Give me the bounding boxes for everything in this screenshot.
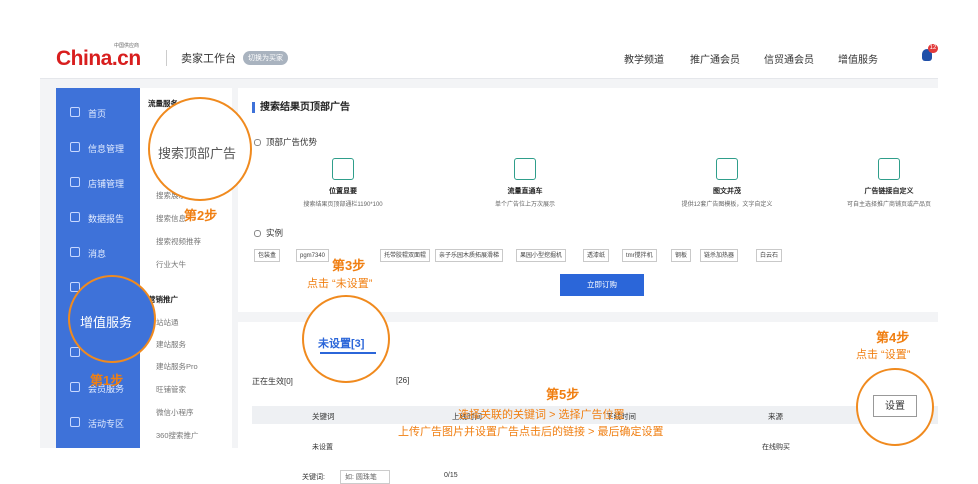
col-keyword: 关键词 <box>312 412 335 421</box>
document-icon <box>70 142 80 152</box>
order-now-button[interactable]: 立即订购 <box>560 274 644 296</box>
step4-instruction: 点击 “设置” <box>856 349 911 361</box>
highlight-set-button: 设置 <box>856 368 934 446</box>
sidebar-item-home[interactable]: 首页 <box>56 98 140 128</box>
subnav-site-building[interactable]: 建站服务 <box>156 339 186 350</box>
seller-workbench-title: 卖家工作台 <box>181 53 236 65</box>
subnav-wechat-miniprogram[interactable]: 微信小程序 <box>156 407 194 418</box>
keyword-count: 0/15 <box>444 472 458 479</box>
col-source: 来源 <box>768 412 783 421</box>
set-button[interactable]: 设置 <box>873 395 917 417</box>
step3-instruction: 点击 “未设置” <box>307 278 373 290</box>
feature-position: 位置显要 搜索结果页顶部通栏1190*100 <box>258 158 428 208</box>
coins-icon <box>70 382 80 392</box>
step2-label: 第2步 <box>184 208 218 223</box>
subnav-360-search[interactable]: 360搜索推广 <box>156 430 199 441</box>
example-tag[interactable]: 透漆纸 <box>583 249 610 262</box>
app-frame: China.cn 中国供应商 卖家工作台 切换为买家 教学频道 推广通会员 信贸通… <box>40 38 938 484</box>
shop-icon <box>70 177 80 187</box>
highlight-search-top-ad: 搜索顶部广告 <box>148 97 252 201</box>
step1-label: 第1步 <box>90 373 124 388</box>
monitor-icon <box>332 158 354 180</box>
step5-instruction-2: 上传广告图片并设置广告点击后的链接 > 最后确定设置 <box>398 426 664 438</box>
divider <box>166 50 167 66</box>
notification-badge: 12 <box>928 44 938 53</box>
top-bar: China.cn 中国供应商 卖家工作台 切换为买家 教学频道 推广通会员 信贸通… <box>40 38 938 79</box>
nav-value-added-services[interactable]: 增值服务 <box>838 51 878 66</box>
subnav-search-video[interactable]: 搜索视频推荐 <box>156 236 201 247</box>
nav-trade-member[interactable]: 信贸通会员 <box>764 51 814 66</box>
example-tag[interactable]: 钢板 <box>671 249 692 262</box>
china-cn-logo[interactable]: China.cn 中国供应商 <box>56 43 141 71</box>
subnav-site-building-pro[interactable]: 建站服务Pro <box>156 361 198 372</box>
example-tag[interactable]: 链杀加热器 <box>700 249 739 262</box>
image-icon <box>716 158 738 180</box>
step4-label: 第4步 <box>876 330 910 345</box>
subnav-shop-butler[interactable]: 旺铺管家 <box>156 384 186 395</box>
sidebar-item-reports[interactable]: 数据报告 <box>56 203 140 233</box>
link-icon <box>878 158 900 180</box>
highlight-not-set-tab: 未设置[3] <box>302 295 390 383</box>
nav-teaching-channel[interactable]: 教学频道 <box>624 51 664 66</box>
feature-custom-link: 广告链接自定义 可自主选择推广商铺页或产品页 <box>804 158 974 208</box>
section-examples: 实例 <box>254 227 283 239</box>
traffic-icon <box>514 158 536 180</box>
example-tag[interactable]: 果园小型挖掘机 <box>516 249 567 262</box>
example-tag[interactable]: 托带胶辊双面辊 <box>380 249 431 262</box>
example-tag[interactable]: 白云石 <box>756 249 783 262</box>
activity-icon <box>70 417 80 427</box>
example-tag[interactable]: tmr搅拌机 <box>622 249 657 262</box>
example-tag[interactable]: 包装盒 <box>254 249 281 262</box>
subnav-industry-leader[interactable]: 行业大牛 <box>156 259 186 270</box>
home-icon <box>70 107 80 117</box>
tab-active[interactable]: 正在生效[0] <box>252 376 293 387</box>
section-advantages: 顶部广告优势 <box>254 136 317 148</box>
sidebar-item-info[interactable]: 信息管理 <box>56 133 140 163</box>
keyword-label: 关键词: <box>302 474 325 481</box>
page-title: 搜索结果页顶部广告 <box>252 102 350 113</box>
message-icon <box>70 247 80 257</box>
chart-icon <box>70 212 80 222</box>
subnav-zhanzhantong[interactable]: 站站通 <box>156 317 179 328</box>
step5-label: 第5步 <box>546 387 580 402</box>
step5-instruction-1: 选择关联的关键词 > 选择广告位置 <box>458 409 625 421</box>
nav-promotion-member[interactable]: 推广通会员 <box>690 51 740 66</box>
keyword-input[interactable]: 如: 圆珠笔 <box>340 470 390 484</box>
cell-keyword: 未设置 <box>312 444 333 451</box>
example-tag[interactable]: pgm7340 <box>296 249 330 262</box>
sidebar-item-activities[interactable]: 活动专区 <box>56 408 140 438</box>
feature-traffic: 流量直通车 单个广告位上万次展示 <box>440 158 610 208</box>
example-tag[interactable]: 亲子乐园木质拓展滑梯 <box>435 249 504 262</box>
subnav-search-info[interactable]: 搜索信息 <box>156 213 186 224</box>
step3-label: 第3步 <box>332 258 366 273</box>
highlight-value-added: 增值服务 <box>68 275 156 363</box>
feature-image-text: 图文并茂 提供12套广告图模板，文字自定义 <box>642 158 812 208</box>
sidebar-item-messages[interactable]: 消息 <box>56 238 140 268</box>
sidebar-item-shop[interactable]: 店铺管理 <box>56 168 140 198</box>
cell-source: 在线购买 <box>762 444 790 451</box>
switch-to-buyer-button[interactable]: 切换为买家 <box>243 51 288 65</box>
sidebar: 首页 信息管理 店铺管理 数据报告 消息 会员服务 活动专区 <box>56 88 140 448</box>
tab-expired[interactable]: [26] <box>396 376 409 385</box>
